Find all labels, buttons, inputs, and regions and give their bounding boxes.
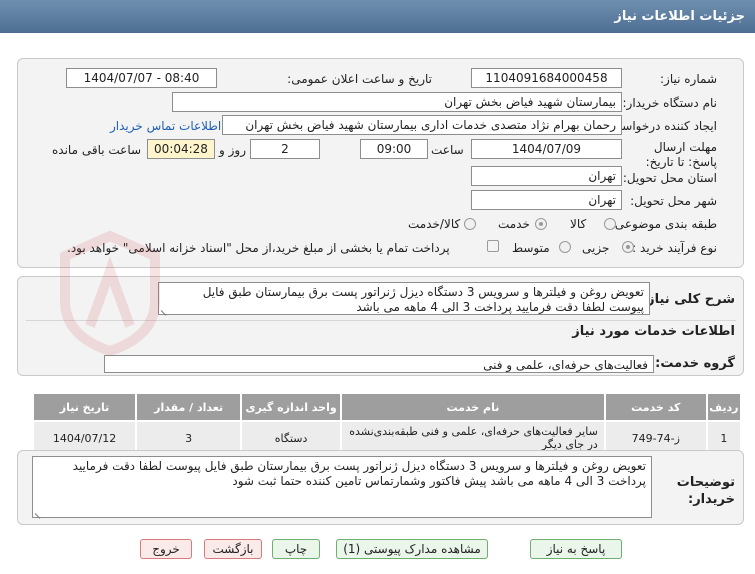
process-option-minor: جزیی: [582, 241, 610, 255]
exit-button[interactable]: خروج: [140, 539, 192, 559]
days-label: روز و: [219, 143, 246, 157]
buyer-notes-textarea[interactable]: تعویض روغن و فیلترها و سرویس 3 دستگاه دی…: [32, 456, 652, 518]
service-group-label: گروه خدمت:: [655, 356, 735, 371]
process-radio-minor[interactable]: [622, 241, 634, 253]
creator-label: ایجاد کننده درخواست:: [606, 119, 717, 133]
reply-button[interactable]: پاسخ به نیاز: [530, 539, 622, 559]
buyer-contact-link[interactable]: اطلاعات تماس خریدار: [110, 119, 221, 133]
deadline-label: مهلت ارسال پاسخ: تا تاریخ:: [645, 140, 717, 169]
process-radio-medium[interactable]: [559, 241, 571, 253]
column-header-unit: واحد اندازه گیری: [240, 392, 343, 422]
column-header-quantity: تعداد / مقدار: [135, 392, 243, 422]
buyer-label: نام دستگاه خریدار:: [622, 96, 718, 110]
category-radio-service[interactable]: [535, 218, 547, 230]
need-number-field: 1104091684000458: [471, 68, 622, 88]
page-title-bar: جزئیات اطلاعات نیاز: [0, 0, 755, 33]
category-radio-goods[interactable]: [604, 218, 616, 230]
need-number-label: شماره نیاز:: [660, 72, 717, 86]
page-title: جزئیات اطلاعات نیاز: [614, 9, 745, 24]
treasury-payment-note: پرداخت تمام یا بخشی از مبلغ خرید،از محل …: [67, 241, 450, 255]
services-table-wrapper: ردیف کد خدمت نام خدمت واحد اندازه گیری ت…: [31, 392, 743, 456]
buyer-notes-label: توضیحات خریدار:: [676, 475, 735, 507]
column-header-row-number: ردیف: [705, 392, 743, 422]
deadline-time-field: 09:00: [360, 139, 428, 159]
category-option-goods: کالا: [570, 217, 587, 231]
city-field: تهران: [471, 190, 622, 210]
view-attachments-button[interactable]: مشاهده مدارک پیوستی (1): [336, 539, 488, 559]
service-group-field: فعالیت‌های حرفه‌ای، علمی و فنی: [104, 355, 654, 373]
services-section-title: اطلاعات خدمات مورد نیاز: [572, 324, 735, 339]
process-option-medium: متوسط: [512, 241, 550, 255]
province-field: تهران: [471, 166, 622, 186]
category-option-service: خدمت: [498, 217, 530, 231]
city-label: شهر محل تحویل:: [630, 194, 717, 208]
back-button[interactable]: بازگشت: [204, 539, 262, 559]
creator-field: رحمان بهرام نژاد متصدی خدمات اداری بیمار…: [222, 115, 622, 135]
deadline-time-label: ساعت: [431, 143, 464, 157]
days-field: 2: [250, 139, 320, 159]
treasury-payment-checkbox[interactable]: [487, 240, 499, 252]
description-label: شرح کلی نیاز:: [641, 292, 735, 307]
announce-label: تاریخ و ساعت اعلان عمومی:: [287, 72, 432, 86]
column-header-service-name: نام خدمت: [340, 392, 606, 422]
deadline-date-field: 1404/07/09: [471, 139, 622, 159]
category-radio-goods-service[interactable]: [464, 218, 476, 230]
category-option-goods-service: کالا/خدمت: [408, 217, 461, 231]
province-label: استان محل تحویل:: [622, 171, 717, 185]
remaining-label: ساعت باقی مانده: [52, 143, 142, 157]
column-header-need-date: تاریخ نیاز: [31, 392, 138, 422]
section-divider: [26, 320, 736, 321]
announce-field: 1404/07/07 - 08:40: [66, 68, 217, 88]
buyer-field: بیمارستان شهید فیاض بخش تهران: [172, 92, 622, 112]
process-label: نوع فرآیند خرید :: [632, 241, 717, 255]
column-header-service-code: کد خدمت: [603, 392, 708, 422]
description-textarea[interactable]: تعویض روغن و فیلترها و سرویس 3 دستگاه دی…: [158, 282, 650, 315]
category-label: طبقه بندی موضوعی:: [610, 217, 717, 231]
print-button[interactable]: چاپ: [272, 539, 320, 559]
remaining-time-field: 00:04:28: [147, 139, 215, 159]
services-table: ردیف کد خدمت نام خدمت واحد اندازه گیری ت…: [31, 392, 743, 456]
